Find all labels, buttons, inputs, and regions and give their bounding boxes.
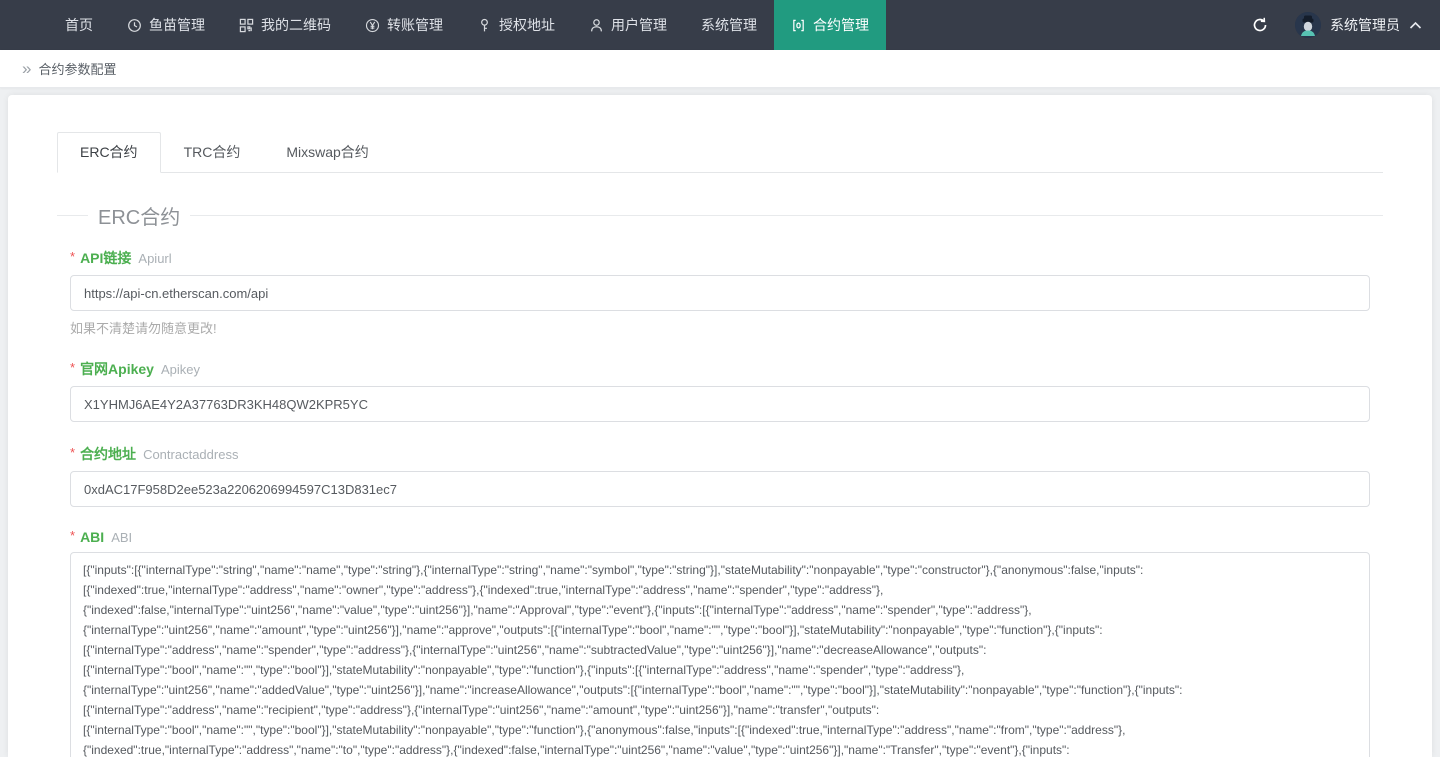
- top-navbar: 首页 鱼苗管理 我的二维码: [0, 0, 1440, 50]
- nav-item-transfer[interactable]: 转账管理: [348, 0, 460, 50]
- required-asterisk: *: [70, 360, 75, 375]
- double-chevron-icon: »: [22, 60, 29, 77]
- avatar: [1295, 12, 1321, 38]
- nav-item-label: 转账管理: [387, 15, 443, 35]
- nav-item-contracts[interactable]: 合约管理: [774, 0, 886, 50]
- tab-trc-contract[interactable]: TRC合约: [161, 132, 264, 173]
- nav-item-users[interactable]: 用户管理: [572, 0, 684, 50]
- contract-icon: [791, 18, 806, 33]
- apiurl-input[interactable]: [70, 275, 1370, 311]
- apikey-input[interactable]: [70, 386, 1370, 422]
- nav-item-label: 用户管理: [611, 15, 667, 35]
- clock-icon: [127, 18, 142, 33]
- field-apikey: * 官网Apikey Apikey: [70, 359, 1370, 422]
- nav-item-label: 首页: [65, 15, 93, 35]
- required-asterisk: *: [70, 249, 75, 264]
- key-icon: [477, 18, 492, 33]
- apiurl-hint: 如果不清楚请勿随意更改!: [70, 318, 1370, 337]
- navbar-right: 系统管理员: [1251, 0, 1440, 50]
- chevron-up-icon: [1409, 17, 1422, 33]
- nav-item-qrcode[interactable]: 我的二维码: [222, 0, 348, 50]
- field-label: * 合约地址 Contractaddress: [70, 444, 1370, 464]
- tab-erc-contract[interactable]: ERC合约: [57, 132, 161, 173]
- tab-mixswap-contract[interactable]: Mixswap合约: [263, 132, 391, 173]
- page-title: 合约参数配置: [38, 59, 116, 78]
- user-menu[interactable]: 系统管理员: [1295, 12, 1422, 38]
- field-apiurl: * API链接 Apiurl 如果不清楚请勿随意更改!: [70, 248, 1370, 337]
- nav-item-label: 系统管理: [701, 15, 757, 35]
- field-contract-address: * 合约地址 Contractaddress: [70, 444, 1370, 507]
- nav-item-auth-address[interactable]: 授权地址: [460, 0, 572, 50]
- page-content: ERC合约 TRC合约 Mixswap合约 ERC合约 * API链接 Apiu…: [0, 88, 1440, 757]
- field-label: * ABI ABI: [70, 529, 1370, 545]
- contract-tabs: ERC合约 TRC合约 Mixswap合约: [57, 132, 1383, 173]
- qrcode-icon: [239, 18, 254, 33]
- nav-item-label: 授权地址: [499, 15, 555, 35]
- field-label: * 官网Apikey Apikey: [70, 359, 1370, 379]
- nav-item-label: 我的二维码: [261, 15, 331, 35]
- yen-circle-icon: [365, 18, 380, 33]
- section-legend: ERC合约: [88, 201, 190, 230]
- nav-item-label: 鱼苗管理: [149, 15, 205, 35]
- nav-item-system[interactable]: 系统管理: [684, 0, 774, 50]
- required-asterisk: *: [70, 445, 75, 460]
- breadcrumb: » 合约参数配置: [0, 50, 1440, 88]
- main-menu: 首页 鱼苗管理 我的二维码: [0, 0, 886, 50]
- nav-item-label: 合约管理: [813, 15, 869, 35]
- required-asterisk: *: [70, 528, 75, 543]
- field-label: * API链接 Apiurl: [70, 248, 1370, 268]
- field-abi: * ABI ABI: [70, 529, 1370, 757]
- user-icon: [589, 18, 604, 33]
- contract-address-input[interactable]: [70, 471, 1370, 507]
- abi-textarea[interactable]: [70, 552, 1370, 757]
- refresh-icon[interactable]: [1251, 16, 1269, 34]
- username-label: 系统管理员: [1330, 15, 1400, 35]
- erc-contract-section: ERC合约 * API链接 Apiurl 如果不清楚请勿随意更改! * 官网Ap…: [57, 201, 1383, 757]
- content-card: ERC合约 TRC合约 Mixswap合约 ERC合约 * API链接 Apiu…: [8, 95, 1432, 757]
- nav-item-fish-fry[interactable]: 鱼苗管理: [110, 0, 222, 50]
- nav-item-home[interactable]: 首页: [48, 0, 110, 50]
